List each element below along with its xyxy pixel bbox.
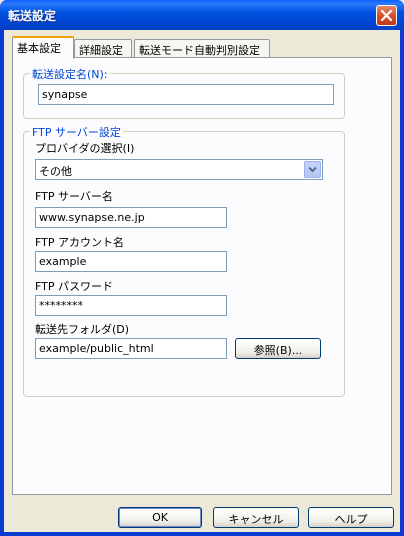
help-button[interactable]: ヘルプ [308, 507, 394, 528]
close-button[interactable] [376, 5, 397, 26]
password-label: FTP パスワード [35, 280, 113, 293]
tab-advanced-settings[interactable]: 詳細設定 [74, 39, 132, 57]
ftp-server-group-label: FTP サーバー設定 [30, 124, 123, 140]
dialog-client: 基本設定 詳細設定 転送モード自動判別設定 転送設定名(N): synapse … [4, 30, 400, 532]
provider-select[interactable]: その他 [35, 159, 323, 180]
transfer-name-group-label: 転送設定名(N): [30, 66, 110, 82]
cancel-button[interactable]: キャンセル [213, 507, 299, 528]
provider-selected-value: その他 [39, 165, 72, 178]
window-title: 転送設定 [8, 9, 57, 23]
tab-transfer-mode-detection[interactable]: 転送モード自動判別設定 [134, 39, 270, 57]
ok-button[interactable]: OK [118, 507, 202, 528]
provider-label: プロバイダの選択(I) [35, 142, 135, 155]
account-name-input[interactable]: example [35, 251, 227, 272]
password-input[interactable]: ******** [35, 295, 227, 316]
tab-panel-basic-settings: 転送設定名(N): synapse FTP サーバー設定 プロバイダの選択(I)… [12, 57, 392, 495]
dialog-window: 転送設定 基本設定 詳細設定 転送モード自動判別設定 転送設定名(N): syn… [0, 0, 404, 536]
server-name-label: FTP サーバー名 [35, 190, 113, 203]
destination-folder-input[interactable]: example/public_html [35, 338, 227, 359]
tab-label: 基本設定 [17, 42, 61, 55]
tab-label: 転送モード自動判別設定 [139, 44, 260, 57]
destination-folder-label: 転送先フォルダ(D) [35, 323, 130, 336]
tab-label: 詳細設定 [79, 44, 123, 57]
close-icon [380, 9, 393, 22]
dropdown-button[interactable] [304, 161, 321, 178]
browse-button[interactable]: 参照(B)... [235, 338, 321, 359]
transfer-name-input[interactable]: synapse [38, 84, 334, 105]
transfer-name-group: 転送設定名(N): synapse [23, 66, 345, 119]
tab-basic-settings[interactable]: 基本設定 [12, 36, 74, 59]
chevron-down-icon [308, 166, 317, 173]
ftp-server-group: FTP サーバー設定 プロバイダの選択(I) その他 FTP サーバー名 www… [23, 124, 345, 397]
title-bar[interactable]: 転送設定 [0, 0, 404, 30]
account-name-label: FTP アカウント名 [35, 236, 124, 249]
server-name-input[interactable]: www.synapse.ne.jp [35, 207, 227, 228]
